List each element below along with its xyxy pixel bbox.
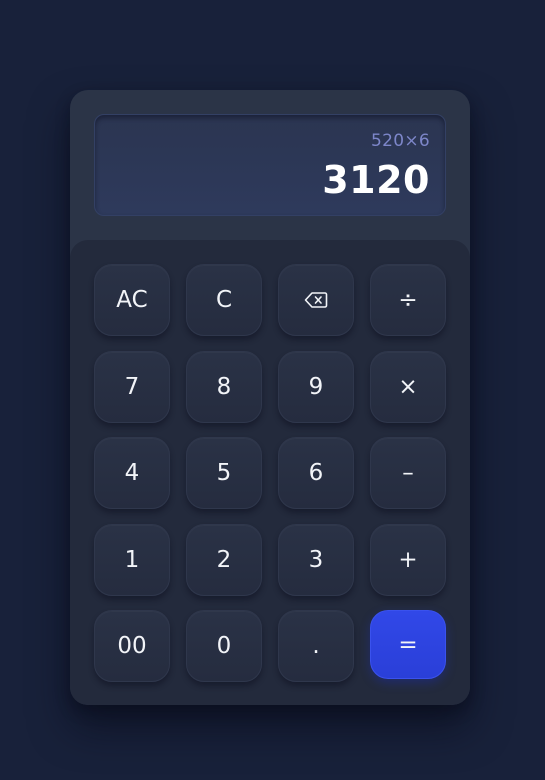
display-screen: 520×6 3120 [94,114,446,216]
equals-label: = [398,631,418,658]
all-clear-label: AC [116,287,148,313]
divide-label: ÷ [398,287,418,313]
seven-button[interactable]: 7 [94,351,170,423]
zero-button[interactable]: 0 [186,610,262,682]
two-label: 2 [216,547,232,573]
zero-label: 0 [216,633,232,659]
add-label: + [398,547,418,573]
nine-button[interactable]: 9 [278,351,354,423]
multiply-label: × [398,374,418,400]
three-label: 3 [308,547,324,573]
calculator: 520×6 3120 AC C ÷ 7 8 9 × 4 5 6 – 1 2 3 … [70,90,470,705]
six-label: 6 [308,460,324,486]
subtract-label: – [402,460,414,486]
backspace-button[interactable] [278,264,354,336]
multiply-button[interactable]: × [370,351,446,423]
four-button[interactable]: 4 [94,437,170,509]
clear-button[interactable]: C [186,264,262,336]
keypad: AC C ÷ 7 8 9 × 4 5 6 – 1 2 3 + 00 0 . = [70,240,470,705]
subtract-button[interactable]: – [370,437,446,509]
eight-button[interactable]: 8 [186,351,262,423]
double-zero-label: 00 [117,633,147,659]
eight-label: 8 [216,374,232,400]
backspace-icon [304,291,328,309]
nine-label: 9 [308,374,324,400]
expression-readout: 520×6 [370,131,430,151]
one-label: 1 [124,547,140,573]
decimal-label: . [312,633,320,659]
one-button[interactable]: 1 [94,524,170,596]
equals-button[interactable]: = [370,610,446,679]
add-button[interactable]: + [370,524,446,596]
three-button[interactable]: 3 [278,524,354,596]
five-button[interactable]: 5 [186,437,262,509]
six-button[interactable]: 6 [278,437,354,509]
decimal-button[interactable]: . [278,610,354,682]
two-button[interactable]: 2 [186,524,262,596]
all-clear-button[interactable]: AC [94,264,170,336]
divide-button[interactable]: ÷ [370,264,446,336]
result-readout: 3120 [322,158,430,202]
double-zero-button[interactable]: 00 [94,610,170,682]
seven-label: 7 [124,374,140,400]
clear-label: C [215,287,233,313]
four-label: 4 [124,460,140,486]
five-label: 5 [216,460,232,486]
